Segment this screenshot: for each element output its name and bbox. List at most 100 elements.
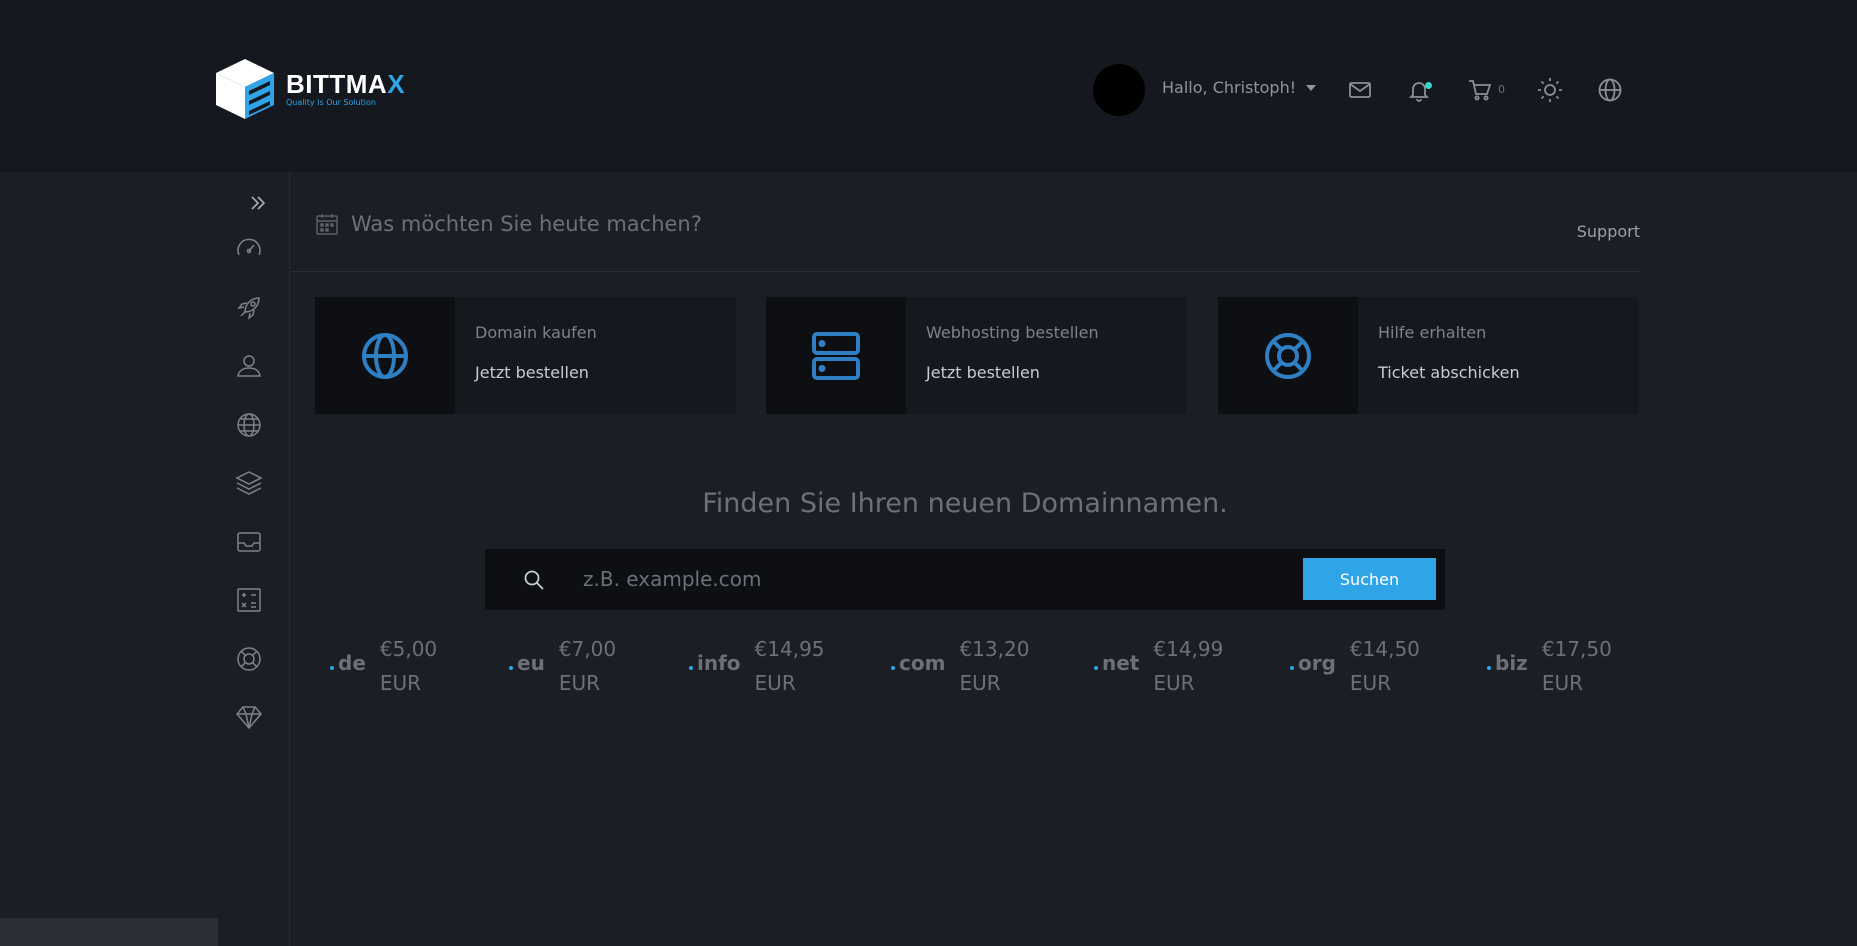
cart-count: 0	[1498, 83, 1505, 96]
tld-price-value: €17,50	[1541, 637, 1612, 661]
tld-price: €17,50 EUR	[1542, 632, 1612, 700]
tld-label: org	[1298, 651, 1336, 675]
help-card[interactable]: Hilfe erhalten Ticket abschicken	[1218, 297, 1639, 414]
brand-logo[interactable]: BITTMAX Quality Is Our Solution	[214, 57, 405, 121]
notification-dot	[1425, 82, 1432, 89]
tld-dot	[1290, 666, 1294, 670]
tld-price-de[interactable]: de €5,00 EUR	[330, 632, 437, 700]
tld-currency: EUR	[1541, 671, 1583, 695]
tld-dot	[1487, 666, 1491, 670]
card-icon-box	[1218, 297, 1358, 414]
cart-icon[interactable]	[1467, 77, 1493, 103]
domain-search-box: Suchen	[485, 549, 1445, 610]
dashboard-icon	[237, 238, 261, 256]
tld-label: net	[1102, 651, 1140, 675]
tld-price-biz[interactable]: biz €17,50 EUR	[1487, 632, 1612, 700]
diamond-icon	[236, 706, 262, 730]
domain-search-input[interactable]	[583, 559, 1283, 599]
mail-icon[interactable]	[1347, 77, 1373, 103]
tld-name: de	[330, 651, 366, 675]
search-icon	[524, 570, 544, 590]
tld-price-value: €14,50	[1349, 637, 1420, 661]
sidebar-item-billing[interactable]	[235, 586, 263, 614]
card-title: Webhosting bestellen	[926, 323, 1099, 342]
tld-name: net	[1094, 651, 1139, 675]
sidebar-item-account[interactable]	[235, 352, 263, 380]
sidebar-item-premium[interactable]	[235, 703, 263, 731]
card-action-link[interactable]: Jetzt bestellen	[926, 363, 1099, 382]
card-action-link[interactable]: Jetzt bestellen	[475, 363, 597, 382]
card-body: Hilfe erhalten Ticket abschicken	[1358, 297, 1520, 414]
globe-icon	[362, 332, 408, 379]
inbox-icon	[237, 532, 261, 552]
tld-dot	[330, 666, 334, 670]
cube-logo-icon	[216, 59, 274, 119]
avatar[interactable]	[1093, 64, 1145, 116]
tld-currency: EUR	[1153, 671, 1195, 695]
tld-price-value: €14,99	[1153, 637, 1224, 661]
page-title: Was möchten Sie heute machen?	[315, 212, 702, 236]
sidebar-item-support[interactable]	[235, 645, 263, 673]
brand-tagline: Quality Is Our Solution	[286, 97, 376, 107]
tld-price-value: €13,20	[959, 637, 1030, 661]
tld-price-org[interactable]: org €14,50 EUR	[1290, 632, 1420, 700]
logo-text: BITTMAX Quality Is Our Solution	[286, 71, 405, 108]
tld-currency: EUR	[754, 671, 796, 695]
tld-price: €13,20 EUR	[959, 632, 1029, 700]
tld-price-eu[interactable]: eu €7,00 EUR	[509, 632, 616, 700]
card-body: Webhosting bestellen Jetzt bestellen	[906, 297, 1099, 414]
tld-price: €14,50 EUR	[1350, 632, 1420, 700]
sun-icon[interactable]	[1537, 77, 1563, 103]
card-action-link[interactable]: Ticket abschicken	[1378, 363, 1520, 382]
server-icon	[812, 331, 860, 380]
divider	[290, 271, 1640, 272]
chevron-down-icon	[1306, 84, 1317, 91]
footer-block	[0, 918, 218, 946]
greeting-text: Hallo, Christoph!	[1162, 78, 1297, 97]
sidebar-item-rocket[interactable]	[235, 294, 263, 322]
bell-icon[interactable]	[1406, 77, 1432, 103]
tld-name: com	[891, 651, 945, 675]
tld-price-com[interactable]: com €13,20 EUR	[891, 632, 1029, 700]
tld-price-info[interactable]: info €14,95 EUR	[689, 632, 825, 700]
domain-card[interactable]: Domain kaufen Jetzt bestellen	[315, 297, 736, 414]
expand-sidebar-icon[interactable]	[248, 193, 268, 213]
sidebar-item-domains[interactable]	[235, 411, 263, 439]
tld-price-value: €5,00	[379, 637, 438, 661]
card-body: Domain kaufen Jetzt bestellen	[455, 297, 597, 414]
sidebar-item-inbox[interactable]	[235, 528, 263, 556]
tld-dot	[689, 666, 693, 670]
tld-price-value: €14,95	[754, 637, 825, 661]
card-icon-box	[766, 297, 906, 414]
user-menu[interactable]: Hallo, Christoph!	[1162, 78, 1317, 97]
top-bar: BITTMAX Quality Is Our Solution Hallo, C…	[0, 0, 1857, 172]
user-icon	[237, 355, 261, 377]
tld-label: info	[697, 651, 741, 675]
tld-price-net[interactable]: net €14,99 EUR	[1094, 632, 1223, 700]
tld-label: biz	[1495, 651, 1528, 675]
search-title: Finden Sie Ihren neuen Domainnamen.	[702, 488, 1228, 519]
globe-icon	[237, 413, 261, 437]
tld-price: €14,95 EUR	[755, 632, 825, 700]
brand-name-accent: X	[387, 68, 406, 99]
calendar-icon	[316, 214, 338, 235]
tld-dot	[509, 666, 513, 670]
tld-label: eu	[517, 651, 545, 675]
sidebar	[0, 172, 290, 946]
card-title: Domain kaufen	[475, 323, 597, 342]
webhosting-card[interactable]: Webhosting bestellen Jetzt bestellen	[766, 297, 1187, 414]
sidebar-item-dashboard[interactable]	[235, 236, 263, 264]
tld-label: com	[899, 651, 946, 675]
search-button[interactable]: Suchen	[1303, 558, 1436, 600]
tld-dot	[1094, 666, 1098, 670]
tld-price-value: €7,00	[558, 637, 617, 661]
card-icon-box	[315, 297, 455, 414]
tld-price: €7,00 EUR	[559, 632, 616, 700]
support-link[interactable]: Support	[1577, 222, 1640, 241]
tld-name: eu	[509, 651, 545, 675]
tld-price: €5,00 EUR	[380, 632, 437, 700]
brand-name-main: BITTMA	[286, 68, 388, 99]
globe-icon[interactable]	[1597, 77, 1623, 103]
headline-text: Was möchten Sie heute machen?	[351, 212, 702, 236]
brand-name: BITTMAX	[286, 71, 405, 97]
